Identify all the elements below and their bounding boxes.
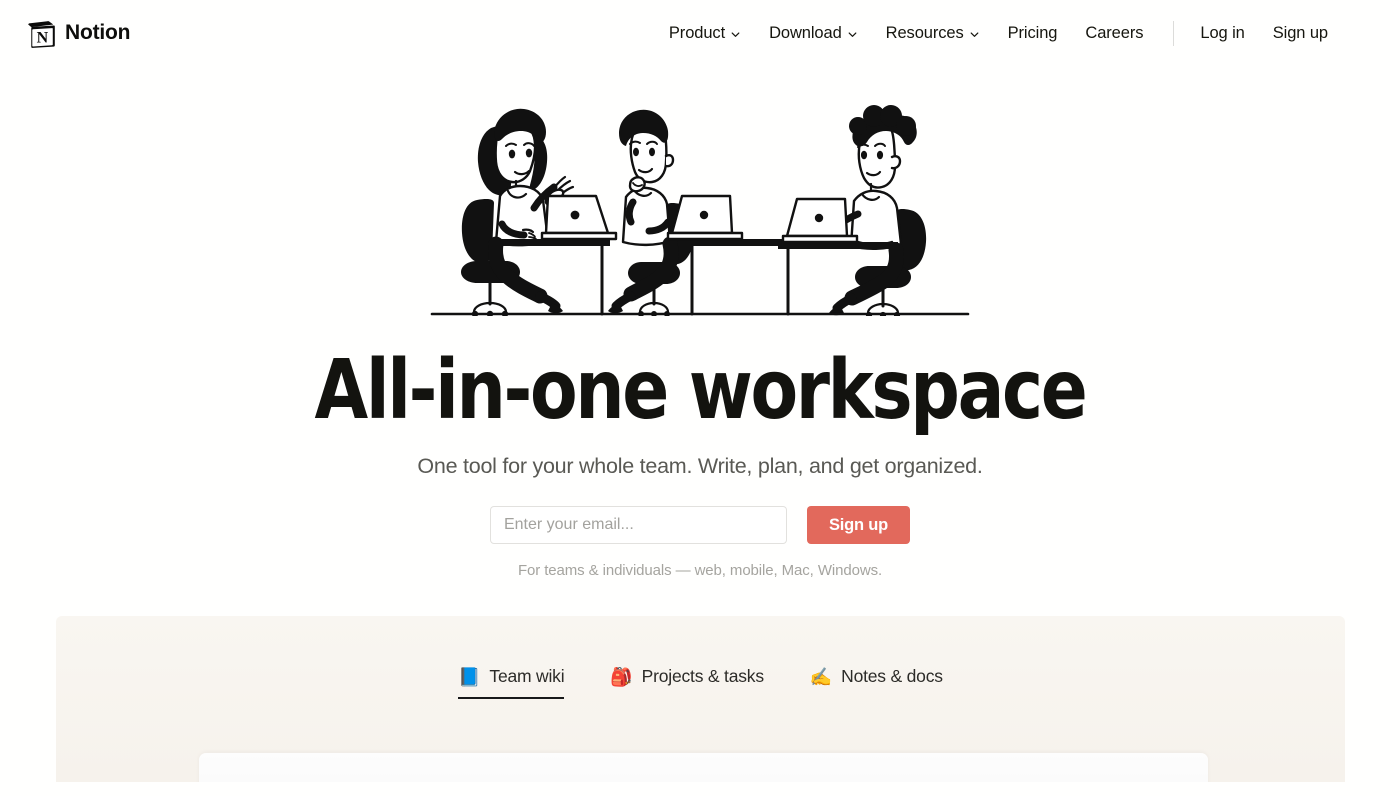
writing-hand-emoji-icon: ✍️ <box>809 666 833 687</box>
tab-team-wiki[interactable]: 📘 Team wiki <box>458 666 565 699</box>
nav-item-label: Product <box>668 23 726 42</box>
brand-logo-link[interactable]: N Notion <box>24 18 130 49</box>
blue-book-emoji-icon: 📘 <box>458 666 481 687</box>
page-title: All-in-one workspace <box>314 343 1088 438</box>
feature-tabs: 📘 Team wiki 🎒 Projects & tasks ✍️ Notes … <box>56 666 1345 699</box>
nav-item-label: Careers <box>1085 23 1144 42</box>
nav-item-pricing[interactable]: Pricing <box>994 16 1072 51</box>
three-people-at-desks-illustration-icon <box>430 84 970 319</box>
tab-label: Projects & tasks <box>641 666 764 686</box>
nav-item-label: Log in <box>1200 23 1245 42</box>
signup-fineprint: For teams & individuals — web, mobile, M… <box>517 562 883 579</box>
nav-item-signup[interactable]: Sign up <box>1259 16 1342 51</box>
feature-preview-card[interactable] <box>199 753 1208 782</box>
brand-name: Notion <box>65 21 131 44</box>
nav-item-label: Resources <box>885 23 964 42</box>
email-input[interactable] <box>489 506 787 544</box>
nav-item-product[interactable]: Product <box>655 16 755 51</box>
nav-item-resources[interactable]: Resources <box>872 16 994 51</box>
nav-divider <box>1173 20 1175 46</box>
backpack-emoji-icon: 🎒 <box>610 666 633 687</box>
hero-subheadline: One tool for your whole team. Write, pla… <box>417 454 983 478</box>
svg-text:N: N <box>37 29 49 46</box>
signup-button[interactable]: Sign up <box>806 506 911 544</box>
nav-item-careers[interactable]: Careers <box>1071 16 1157 51</box>
site-header: N Notion Product Download Resources Pric… <box>0 0 1400 66</box>
notion-cube-logo-icon: N <box>24 18 55 49</box>
chevron-down-icon <box>730 29 741 40</box>
chevron-down-icon <box>969 29 980 40</box>
email-signup-form: Sign up <box>0 506 1400 544</box>
tab-notes-docs[interactable]: ✍️ Notes & docs <box>810 666 943 699</box>
nav-item-download[interactable]: Download <box>755 16 872 51</box>
primary-navigation: Product Download Resources Pricing Caree… <box>655 16 1342 51</box>
nav-item-label: Sign up <box>1272 23 1328 42</box>
nav-item-login[interactable]: Log in <box>1186 16 1258 51</box>
nav-item-label: Download <box>769 23 842 42</box>
nav-item-label: Pricing <box>1007 23 1058 42</box>
feature-showcase-section: 📘 Team wiki 🎒 Projects & tasks ✍️ Notes … <box>56 616 1345 782</box>
tab-label: Notes & docs <box>841 666 943 686</box>
chevron-down-icon <box>847 29 858 40</box>
tab-label: Team wiki <box>489 666 565 686</box>
tab-projects-tasks[interactable]: 🎒 Projects & tasks <box>610 666 764 699</box>
hero-section: All-in-one workspace One tool for your w… <box>0 66 1400 579</box>
